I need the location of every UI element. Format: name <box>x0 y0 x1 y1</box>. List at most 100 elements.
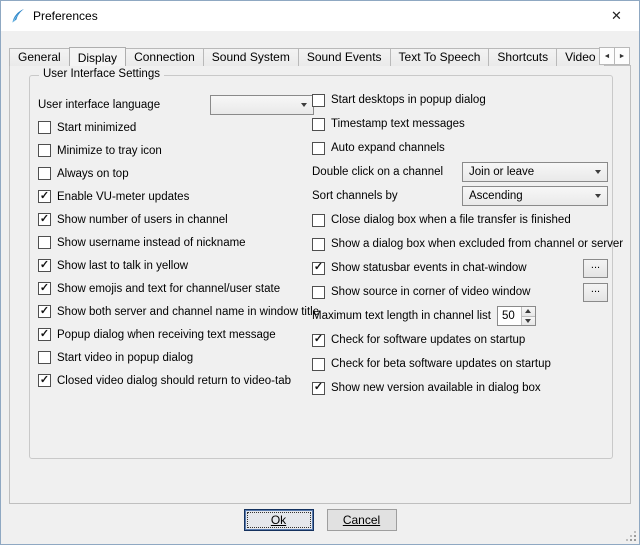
checkbox-label: Show username instead of nickname <box>57 237 246 249</box>
chevron-down-icon <box>301 103 307 107</box>
checkbox-label: Enable VU-meter updates <box>57 191 189 203</box>
close-button[interactable]: ✕ <box>594 1 639 31</box>
checkbox-statusbar-events[interactable]: Show statusbar events in chat-window <box>312 262 527 275</box>
checkbox-box <box>38 167 51 180</box>
checkbox-box <box>312 94 325 107</box>
checkbox-close-on-transfer-finished[interactable]: Close dialog box when a file transfer is… <box>312 214 571 227</box>
spin-up-button[interactable] <box>522 307 535 317</box>
checkbox-popup-on-text-message[interactable]: Popup dialog when receiving text message <box>38 328 276 341</box>
checkbox-label: Show source in corner of video window <box>331 286 530 298</box>
checkbox-box <box>312 118 325 131</box>
left-column: User interface language Start minimized … <box>38 93 314 392</box>
chevron-down-icon <box>595 194 601 198</box>
arrow-down-icon <box>525 319 531 323</box>
checkbox-vu-meter-updates[interactable]: Enable VU-meter updates <box>38 190 189 203</box>
checkbox-label: Check for software updates on startup <box>331 334 525 346</box>
spinbox-value: 50 <box>498 307 521 325</box>
checkbox-show-emojis[interactable]: Show emojis and text for channel/user st… <box>38 282 280 295</box>
chevron-down-icon <box>595 170 601 174</box>
checkbox-label: Popup dialog when receiving text message <box>57 329 276 341</box>
checkbox-video-source-corner[interactable]: Show source in corner of video window <box>312 286 530 299</box>
checkbox-box <box>38 213 51 226</box>
tab-bar: General Display Connection Sound System … <box>9 46 631 66</box>
checkbox-start-minimized[interactable]: Start minimized <box>38 121 136 134</box>
checkbox-check-beta-updates[interactable]: Check for beta software updates on start… <box>312 358 551 371</box>
tab-sound-system[interactable]: Sound System <box>203 48 299 66</box>
checkbox-label: Start minimized <box>57 122 136 134</box>
row-max-text-length: Maximum text length in channel list 50 <box>312 304 608 328</box>
video-source-options-button[interactable]: ... <box>583 283 608 302</box>
tab-content-pane: User Interface Settings User interface l… <box>9 65 631 504</box>
checkbox-show-user-count[interactable]: Show number of users in channel <box>38 213 228 226</box>
checkbox-new-version-dialog[interactable]: Show new version available in dialog box <box>312 382 541 395</box>
right-column: Start desktops in popup dialog Timestamp… <box>312 88 608 400</box>
checkbox-label: Show last to talk in yellow <box>57 260 188 272</box>
row-statusbar-events: Show statusbar events in chat-window ... <box>312 256 608 280</box>
window-title: Preferences <box>33 9 98 23</box>
checkbox-label: Show emojis and text for channel/user st… <box>57 283 280 295</box>
tab-scroll-left-button[interactable]: ◄ <box>599 47 615 65</box>
double-click-combo[interactable]: Join or leave <box>462 162 608 182</box>
preferences-dialog: Preferences ✕ General Display Connection… <box>0 0 640 545</box>
tab-video[interactable]: Video <box>556 48 604 66</box>
sort-channels-label: Sort channels by <box>312 190 398 202</box>
checkbox-label: Closed video dialog should return to vid… <box>57 375 291 387</box>
row-sort-channels: Sort channels by Ascending <box>312 184 608 208</box>
row-language: User interface language <box>38 93 314 116</box>
checkbox-label: Timestamp text messages <box>331 118 465 130</box>
app-icon <box>10 8 26 24</box>
tab-connection[interactable]: Connection <box>125 48 204 66</box>
checkbox-always-on-top[interactable]: Always on top <box>38 167 129 180</box>
ok-button[interactable]: Ok <box>244 509 314 531</box>
checkbox-minimize-to-tray[interactable]: Minimize to tray icon <box>38 144 162 157</box>
tab-display[interactable]: Display <box>69 47 126 66</box>
checkbox-box <box>38 190 51 203</box>
checkbox-box <box>38 144 51 157</box>
checkbox-label: Auto expand channels <box>331 142 445 154</box>
checkbox-timestamp-messages[interactable]: Timestamp text messages <box>312 118 465 131</box>
spin-down-button[interactable] <box>522 317 535 326</box>
ok-button-label: Ok <box>271 513 286 527</box>
checkbox-box <box>38 328 51 341</box>
cancel-button-label: Cancel <box>343 513 380 527</box>
row-double-click: Double click on a channel Join or leave <box>312 160 608 184</box>
checkbox-box <box>312 214 325 227</box>
tab-general[interactable]: General <box>9 48 70 66</box>
checkbox-check-updates[interactable]: Check for software updates on startup <box>312 334 525 347</box>
language-combo[interactable] <box>210 95 314 115</box>
tab-scroll-control: ◄ ► <box>600 47 630 65</box>
checkbox-box <box>38 121 51 134</box>
checkbox-box <box>38 351 51 364</box>
checkbox-label: Always on top <box>57 168 129 180</box>
checkbox-box <box>38 282 51 295</box>
checkbox-box <box>38 236 51 249</box>
checkbox-last-to-talk-yellow[interactable]: Show last to talk in yellow <box>38 259 188 272</box>
checkbox-auto-expand-channels[interactable]: Auto expand channels <box>312 142 445 155</box>
language-label: User interface language <box>38 99 160 111</box>
cancel-button[interactable]: Cancel <box>327 509 397 531</box>
checkbox-label: Show number of users in channel <box>57 214 228 226</box>
checkbox-show-username[interactable]: Show username instead of nickname <box>38 236 246 249</box>
dialog-footer: Ok Cancel <box>1 509 639 531</box>
checkbox-video-popup[interactable]: Start video in popup dialog <box>38 351 193 364</box>
checkbox-box <box>312 382 325 395</box>
spinbox-buttons <box>521 307 535 325</box>
checkbox-server-channel-in-title[interactable]: Show both server and channel name in win… <box>38 305 319 318</box>
checkbox-box <box>312 358 325 371</box>
sort-channels-combo[interactable]: Ascending <box>462 186 608 206</box>
double-click-label: Double click on a channel <box>312 166 443 178</box>
resize-grip[interactable] <box>625 530 636 541</box>
checkbox-label: Minimize to tray icon <box>57 145 162 157</box>
checkbox-label: Start video in popup dialog <box>57 352 193 364</box>
checkbox-closed-video-return[interactable]: Closed video dialog should return to vid… <box>38 374 291 387</box>
statusbar-events-options-button[interactable]: ... <box>583 259 608 278</box>
checkbox-dialog-when-excluded[interactable]: Show a dialog box when excluded from cha… <box>312 238 623 251</box>
arrow-up-icon <box>525 309 531 313</box>
max-text-length-spinbox[interactable]: 50 <box>497 306 536 326</box>
tab-text-to-speech[interactable]: Text To Speech <box>390 48 490 66</box>
tab-shortcuts[interactable]: Shortcuts <box>488 48 557 66</box>
tab-sound-events[interactable]: Sound Events <box>298 48 391 66</box>
row-video-source: Show source in corner of video window ..… <box>312 280 608 304</box>
tab-scroll-right-button[interactable]: ► <box>614 47 630 65</box>
checkbox-desktops-popup[interactable]: Start desktops in popup dialog <box>312 94 486 107</box>
